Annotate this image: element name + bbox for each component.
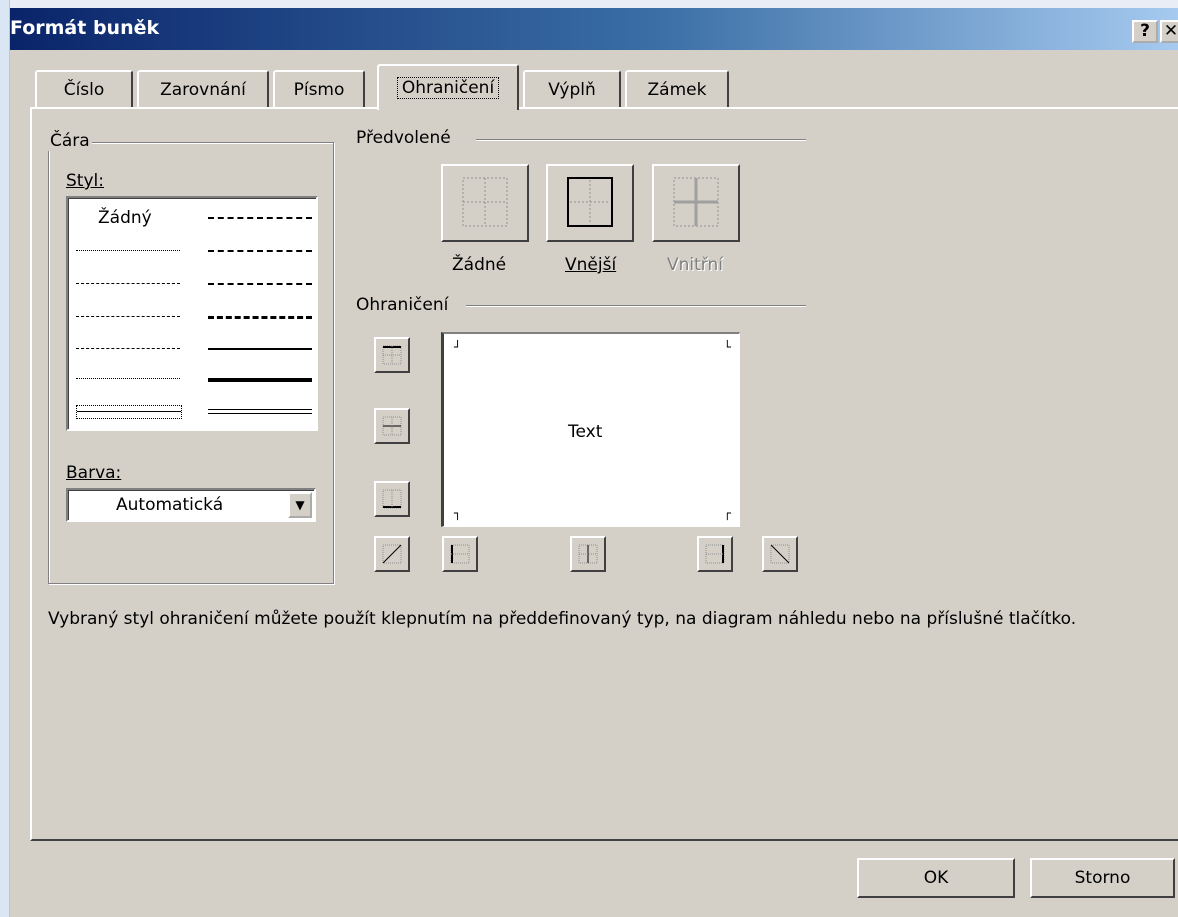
border-inside-horizontal-button[interactable] — [374, 408, 410, 444]
tab-zarovnani[interactable]: Zarovnání — [137, 70, 269, 108]
border-right-button[interactable] — [697, 536, 733, 572]
border-inside-vertical-icon — [578, 544, 598, 564]
preset-outline-icon — [567, 177, 613, 227]
border-bottom-icon — [382, 489, 402, 509]
preset-inside-button[interactable] — [652, 164, 740, 242]
tab-ohraniceni[interactable]: Ohraničení — [377, 64, 519, 110]
border-title: Ohraničení — [356, 295, 449, 315]
close-icon: ✕ — [1163, 21, 1178, 41]
cancel-button[interactable]: Storno — [1030, 858, 1175, 898]
style-double[interactable] — [208, 409, 312, 414]
corner-mark-bottom-left: ┐ — [454, 506, 462, 520]
chevron-down-icon[interactable]: ▼ — [288, 492, 312, 518]
style-medium[interactable] — [208, 348, 312, 350]
preset-inside-label: Vnitřní — [667, 255, 723, 275]
preview-text: Text — [568, 422, 603, 442]
border-inside-horizontal-icon — [382, 416, 402, 436]
style-dashed-thin[interactable] — [76, 378, 180, 379]
border-left-button[interactable] — [442, 536, 478, 572]
help-icon: ? — [1140, 21, 1150, 41]
border-preview[interactable]: ┘ └ ┐ ┌ Text — [441, 332, 740, 527]
style-dash-dot-medium[interactable] — [208, 283, 312, 285]
diagonal-up-icon — [382, 544, 402, 564]
cancel-button-label: Storno — [1074, 868, 1131, 888]
corner-mark-bottom-right: ┌ — [723, 506, 731, 520]
border-top-icon — [382, 345, 402, 365]
border-separator — [466, 305, 806, 307]
border-diagonal-down-button[interactable] — [762, 536, 798, 572]
spreadsheet-edge — [0, 0, 10, 917]
style-dotted[interactable] — [76, 283, 180, 284]
style-dash-dot-thin[interactable] — [76, 348, 180, 349]
diagonal-down-icon — [770, 544, 790, 564]
tab-cislo[interactable]: Číslo — [35, 70, 133, 108]
preset-outline-button[interactable] — [546, 164, 634, 242]
style-hair[interactable] — [76, 250, 180, 251]
color-label: Barva: — [66, 463, 122, 483]
ok-button-label: OK — [923, 868, 949, 888]
tab-pismo[interactable]: Písmo — [273, 70, 365, 108]
corner-mark-top-right: └ — [723, 340, 731, 354]
line-group-title: Čára — [48, 131, 92, 151]
style-dash-dot-dot-medium[interactable] — [208, 217, 312, 219]
style-selected-thin[interactable] — [76, 405, 182, 419]
presets-separator — [476, 139, 806, 141]
preset-none-icon — [462, 177, 508, 227]
presets-title: Předvolené — [356, 128, 451, 148]
border-left-icon — [450, 544, 470, 564]
corner-mark-top-left: ┘ — [454, 340, 462, 354]
preset-inside-icon — [673, 177, 719, 227]
preset-outline-label: Vnější — [565, 255, 617, 275]
tab-vypln[interactable]: Výplň — [523, 70, 621, 108]
tab-zamek[interactable]: Zámek — [625, 70, 729, 108]
tab-label: Číslo — [63, 80, 105, 100]
style-none[interactable]: Žádný — [98, 208, 152, 228]
hint-text: Vybraný styl ohraničení můžete použít kl… — [48, 609, 1077, 629]
style-slanted-dash-dot[interactable] — [208, 250, 312, 252]
border-bottom-button[interactable] — [374, 481, 410, 517]
color-select[interactable]: Automatická ▼ — [66, 488, 316, 522]
ok-button[interactable]: OK — [857, 858, 1015, 898]
tab-label: Písmo — [293, 80, 345, 100]
preset-none-button[interactable] — [441, 164, 529, 242]
tab-label: Ohraničení — [396, 77, 500, 99]
tab-label: Zarovnání — [160, 80, 246, 100]
style-dashed-medium[interactable] — [208, 316, 312, 319]
line-style-list[interactable]: Žádný — [66, 196, 318, 431]
style-label: Styl: — [66, 171, 104, 191]
color-select-value: Automatická — [116, 495, 224, 515]
dialog-title: Formát buněk — [10, 17, 160, 39]
spreadsheet-top-edge — [10, 0, 1178, 8]
tab-label: Zámek — [647, 80, 707, 100]
preset-none-label: Žádné — [452, 255, 507, 275]
border-right-icon — [705, 544, 725, 564]
style-dash-dot-dot-thin[interactable] — [76, 316, 180, 317]
border-top-button[interactable] — [374, 337, 410, 373]
border-diagonal-up-button[interactable] — [374, 536, 410, 572]
border-inside-vertical-button[interactable] — [570, 536, 606, 572]
help-button[interactable]: ? — [1132, 20, 1158, 43]
tab-label: Výplň — [548, 80, 596, 100]
close-button[interactable]: ✕ — [1160, 20, 1178, 43]
style-thick[interactable] — [208, 378, 312, 382]
title-bar[interactable]: Formát buněk ? ✕ — [10, 8, 1178, 50]
